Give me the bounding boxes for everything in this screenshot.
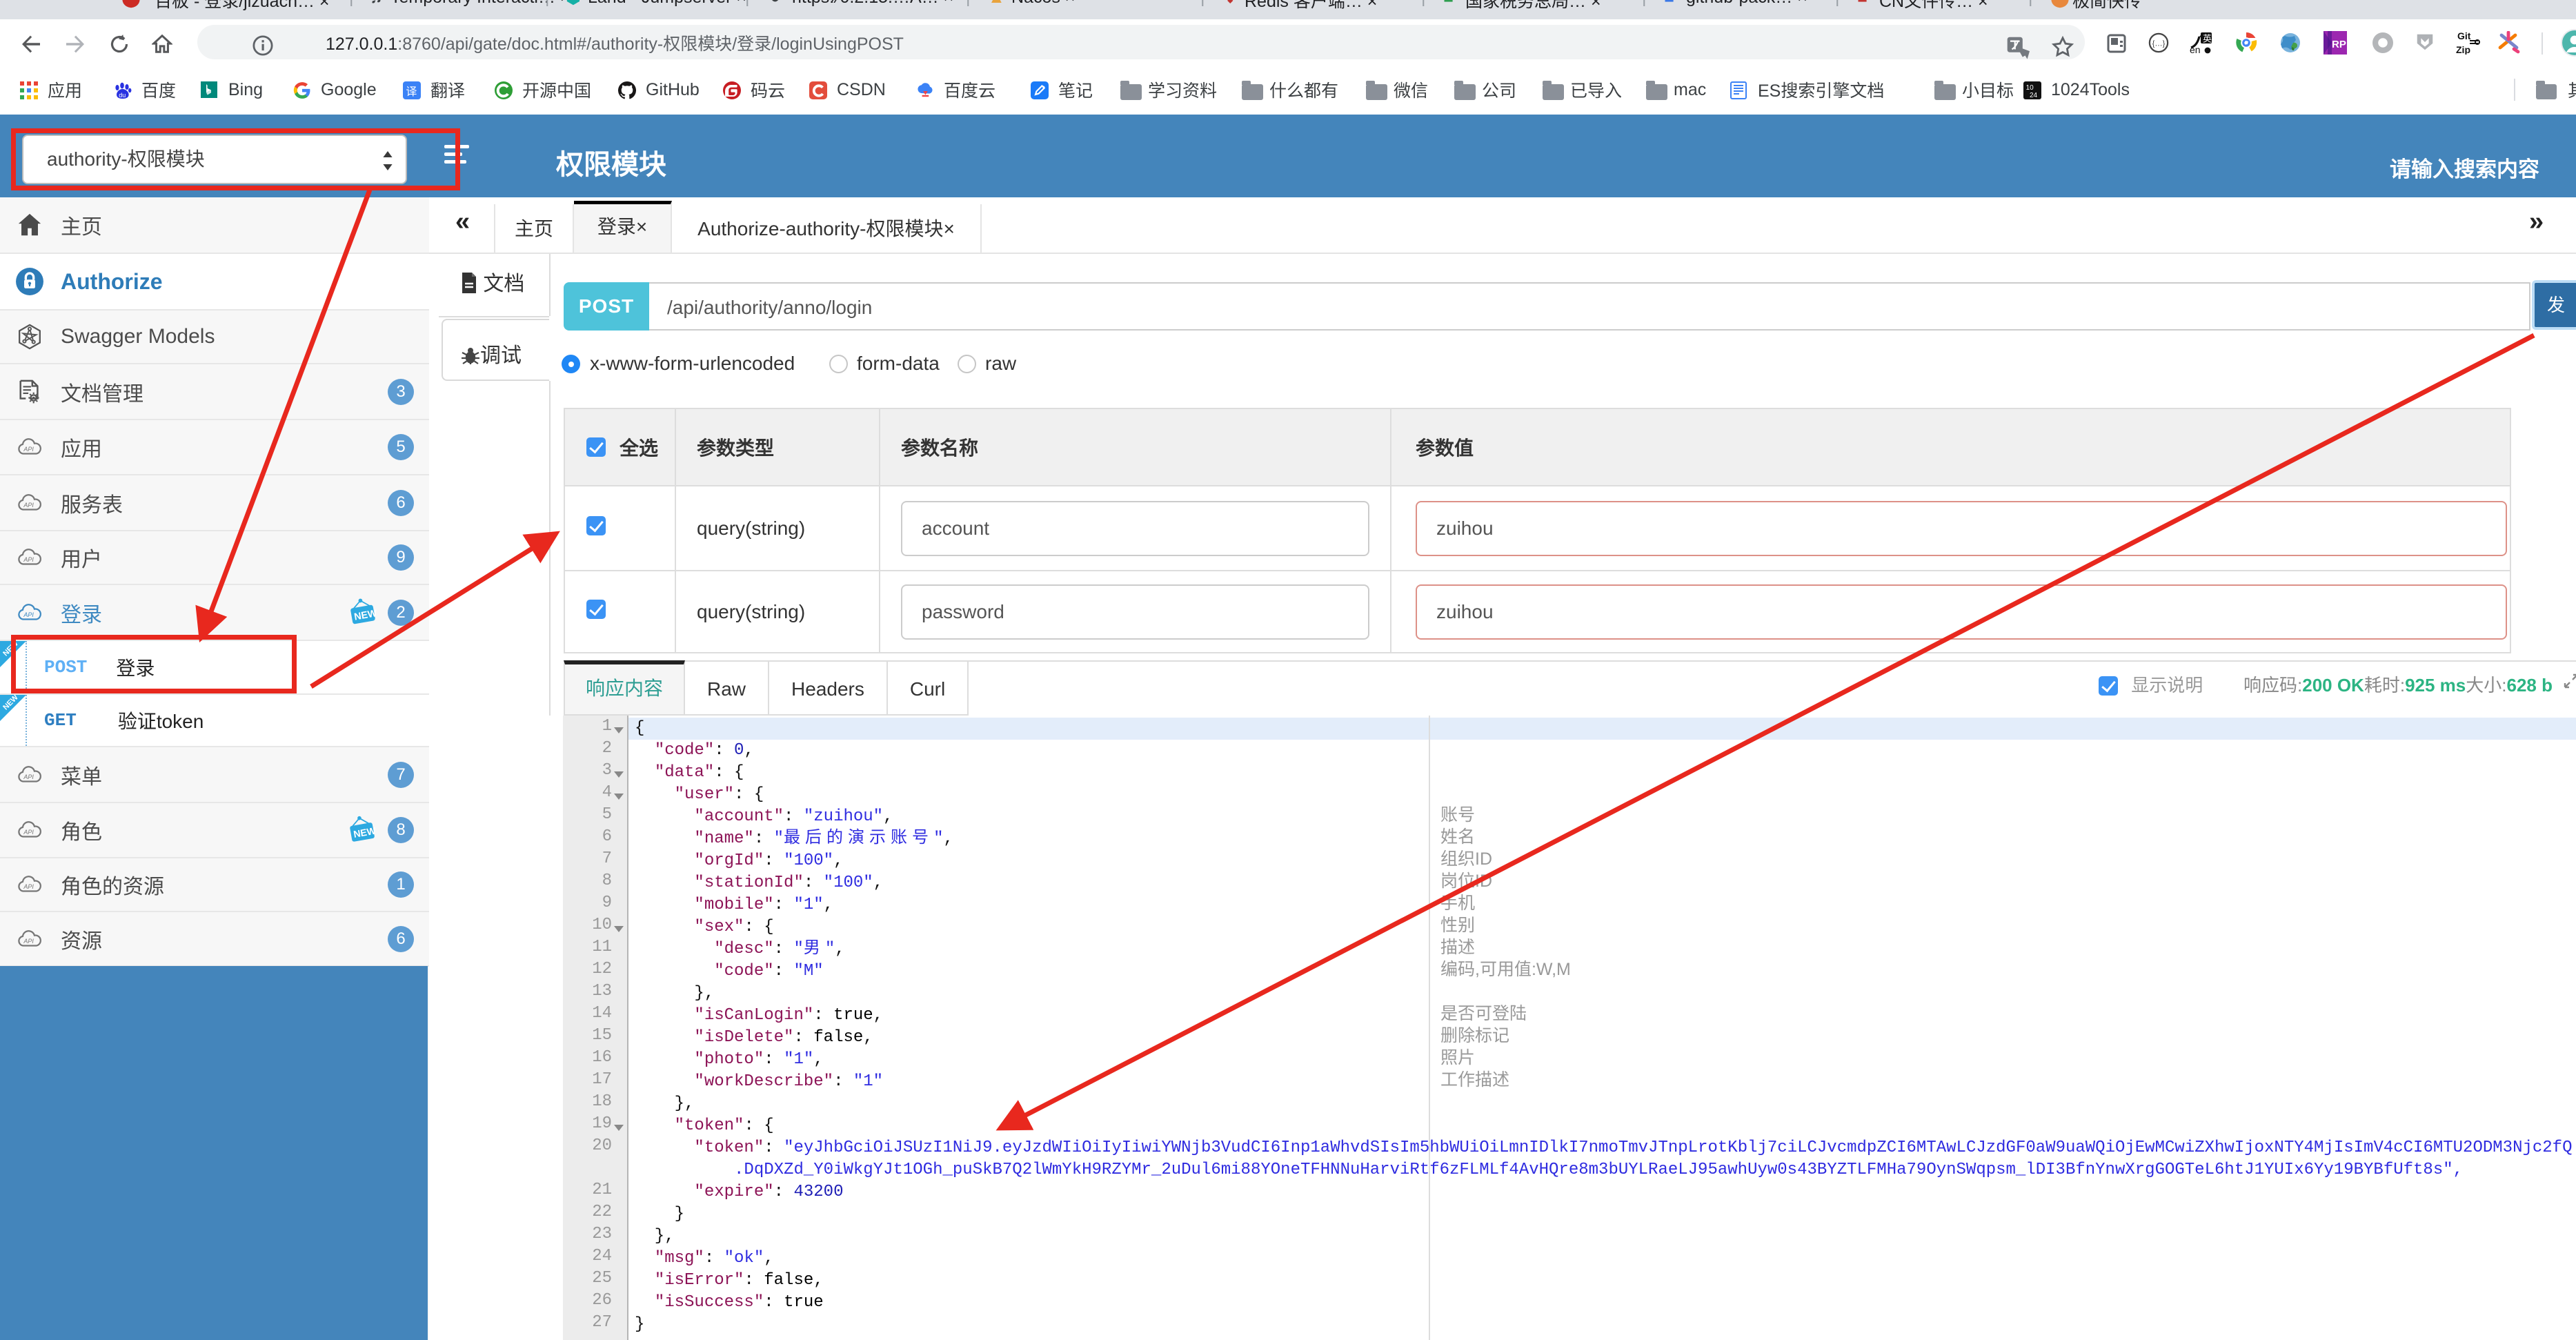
svg-text:API: API — [23, 883, 34, 890]
svg-text:du: du — [119, 92, 126, 99]
svg-text:RP: RP — [2332, 39, 2346, 50]
svg-text:10: 10 — [2026, 84, 2034, 92]
svg-text:24: 24 — [2030, 92, 2038, 99]
svg-text:API: API — [23, 829, 34, 836]
svg-text:API: API — [23, 446, 34, 453]
svg-text:{…}: {…} — [2152, 40, 2166, 48]
svg-text:API: API — [23, 502, 34, 509]
svg-text:Zip: Zip — [2456, 44, 2470, 55]
svg-text:译: 译 — [406, 86, 417, 98]
svg-text:en: en — [2190, 44, 2201, 55]
svg-text:API: API — [23, 611, 34, 618]
svg-text:Git: Git — [2457, 30, 2471, 41]
svg-text:API: API — [23, 938, 34, 945]
svg-text:API: API — [23, 556, 34, 563]
svg-text:API: API — [23, 774, 34, 780]
svg-text:英: 英 — [2203, 34, 2212, 44]
